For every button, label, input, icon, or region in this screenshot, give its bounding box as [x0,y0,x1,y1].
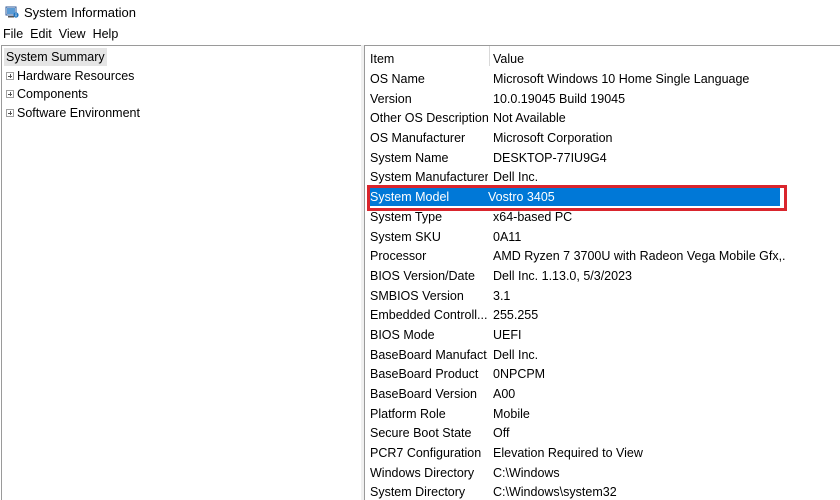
row-value: 0A11 [493,229,522,244]
row-value: Mobile [493,406,530,421]
table-row[interactable]: OS Name Microsoft Windows 10 Home Single… [365,69,785,88]
row-value: 3.1 [493,288,511,303]
row-value: Dell Inc. [493,347,539,362]
column-header-value[interactable]: Value [488,52,785,66]
row-item: BaseBoard Version [370,386,478,401]
category-tree[interactable]: System Summary Hardware Resources Compon… [1,45,362,500]
table-row[interactable]: System Directory C:\Windows\system32 [365,482,785,500]
tree-item-label: Hardware Resources [17,69,135,83]
table-row[interactable]: OS Manufacturer Microsoft Corporation [365,128,785,147]
menu-bar: File Edit View Help [0,24,840,44]
expand-plus-icon[interactable] [6,90,14,98]
table-row[interactable]: System Type x64-based PC [365,207,785,226]
row-item: System Name [370,150,449,165]
row-value: Vostro 3405 [488,189,555,204]
row-item: System Model [370,189,450,204]
table-row[interactable]: BaseBoard Product 0NPCPM [365,364,785,383]
tree-item-components[interactable]: Components [2,85,88,103]
system-information-window: System Information File Edit View Help S… [0,0,840,500]
row-item: Processor [370,248,427,263]
row-value: AMD Ryzen 7 3700U with Radeon Vega Mobil… [493,248,785,263]
table-row[interactable]: Windows Directory C:\Windows [365,463,785,482]
row-item: PCR7 Configuration [370,445,482,460]
row-item: OS Name [370,71,425,86]
row-item: Secure Boot State [370,425,472,440]
row-item: Platform Role [370,406,446,421]
menu-edit[interactable]: Edit [27,27,55,41]
table-row[interactable]: System Manufacturer Dell Inc. [365,167,785,186]
table-row-selected[interactable]: System Model Vostro 3405 [370,187,780,206]
row-value: Not Available [493,110,566,125]
row-value: Dell Inc. 1.13.0, 5/3/2023 [493,268,632,283]
row-item: BaseBoard Product [370,366,479,381]
table-row[interactable]: Processor AMD Ryzen 7 3700U with Radeon … [365,246,785,265]
row-item: BIOS Version/Date [370,268,475,283]
row-value: Elevation Required to View [493,445,643,460]
row-item: System SKU [370,229,441,244]
row-value: x64-based PC [493,209,573,224]
table-row[interactable]: Platform Role Mobile [365,404,785,423]
table-row[interactable]: BIOS Mode UEFI [365,325,785,344]
row-item: System Type [370,209,443,224]
tree-item-label: Software Environment [17,106,140,120]
row-item: System Directory [370,484,466,499]
row-value: 255.255 [493,307,539,322]
menu-file[interactable]: File [0,27,26,41]
details-table: Item Value OS Name Microsoft Windows 10 … [364,45,840,500]
menu-view[interactable]: View [56,27,89,41]
table-row[interactable]: Embedded Controll... 255.255 [365,305,785,324]
expand-plus-icon[interactable] [6,72,14,80]
row-item: Embedded Controll... [370,307,488,322]
row-item: SMBIOS Version [370,288,464,303]
row-value: 0NPCPM [493,366,546,381]
table-row[interactable]: Other OS Description Not Available [365,108,785,127]
tree-item-system-summary[interactable]: System Summary [4,48,107,66]
table-row[interactable]: System SKU 0A11 [365,227,785,246]
table-row[interactable]: BaseBoard Version A00 [365,384,785,403]
row-value: 10.0.19045 Build 19045 [493,91,626,106]
tree-item-hardware-resources[interactable]: Hardware Resources [2,67,134,85]
menu-help[interactable]: Help [90,27,122,41]
row-item: BIOS Mode [370,327,435,342]
row-value: UEFI [493,327,522,342]
table-header: Item Value [365,49,785,68]
table-row[interactable]: Version 10.0.19045 Build 19045 [365,89,785,108]
row-value: Off [493,425,510,440]
row-item: BaseBoard Manufact... [370,347,488,362]
tree-item-label: Components [17,87,88,101]
table-row[interactable]: PCR7 Configuration Elevation Required to… [365,443,785,462]
table-row[interactable]: BIOS Version/Date Dell Inc. 1.13.0, 5/3/… [365,266,785,285]
row-value: C:\Windows\system32 [493,484,617,499]
tree-item-software-environment[interactable]: Software Environment [2,104,140,122]
window-title: System Information [24,4,136,20]
system-information-icon [5,5,19,19]
row-value: C:\Windows [493,465,560,480]
row-item: System Manufacturer [370,169,488,184]
table-row[interactable]: BaseBoard Manufact... Dell Inc. [365,345,785,364]
row-item: OS Manufacturer [370,130,466,145]
expand-plus-icon[interactable] [6,109,14,117]
table-row[interactable]: System Name DESKTOP-77IU9G4 [365,148,785,167]
row-value: DESKTOP-77IU9G4 [493,150,607,165]
row-value: Dell Inc. [493,169,539,184]
row-item: Other OS Description [370,110,488,125]
row-item: Version [370,91,412,106]
row-value: Microsoft Corporation [493,130,613,145]
tree-item-label: System Summary [6,50,105,64]
row-item: Windows Directory [370,465,475,480]
row-value: A00 [493,386,516,401]
column-header-item[interactable]: Item [365,52,488,66]
title-bar: System Information [0,0,840,24]
column-divider[interactable] [489,46,490,66]
row-value: Microsoft Windows 10 Home Single Languag… [493,71,750,86]
table-row[interactable]: Secure Boot State Off [365,423,785,442]
table-row[interactable]: SMBIOS Version 3.1 [365,286,785,305]
